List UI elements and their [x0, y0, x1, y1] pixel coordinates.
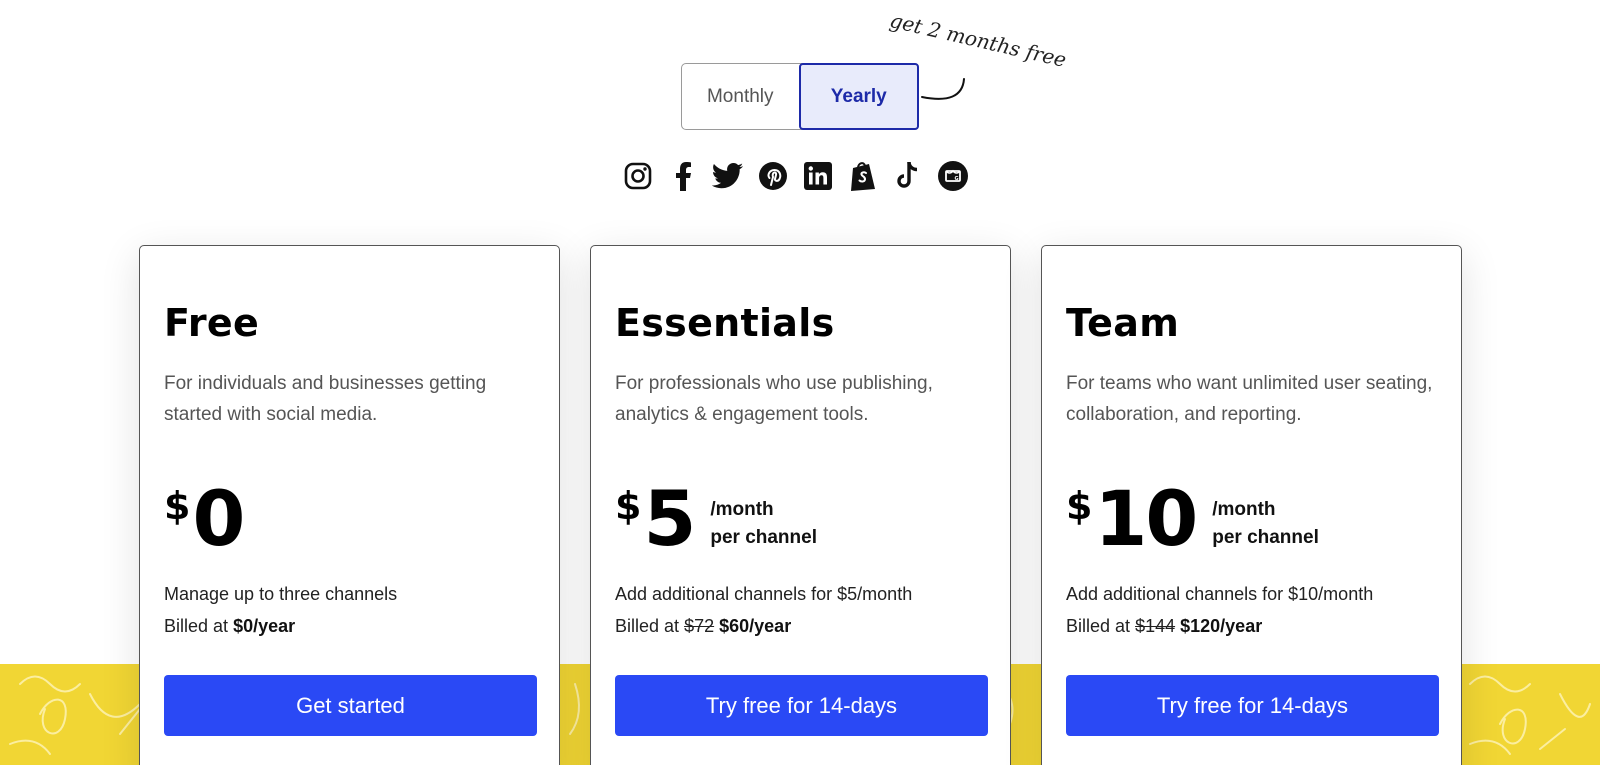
billed-old-price: $72: [684, 616, 715, 636]
billed-prefix: Billed at: [615, 616, 680, 636]
plan-name: Free: [164, 301, 260, 345]
price-unit-period: /month: [710, 499, 774, 520]
plan-price: $ 0: [164, 474, 245, 563]
try-free-button-essentials[interactable]: Try free for 14-days: [615, 675, 988, 736]
google-business-icon: G: [937, 160, 969, 192]
plan-feature: Manage up to three channels: [164, 584, 398, 604]
plan-feature: Add additional channels for $10/month: [1066, 584, 1374, 604]
curved-arrow-icon: [921, 78, 965, 100]
price-unit-per: per channel: [710, 527, 817, 548]
price-amount: 0: [192, 474, 245, 563]
plan-name: Essentials: [615, 301, 835, 345]
billed-new-price: $0/year: [233, 616, 296, 636]
tiktok-icon: [892, 160, 924, 192]
facebook-icon: [667, 160, 699, 192]
plan-card-essentials: Essentials For professionals who use pub…: [590, 245, 1011, 765]
instagram-icon: [622, 160, 654, 192]
try-free-button-team[interactable]: Try free for 14-days: [1066, 675, 1439, 736]
price-currency: $: [164, 484, 191, 528]
price-unit-period: /month: [1212, 499, 1276, 520]
plan-price: $ 5 /month per channel: [615, 478, 817, 560]
billed-info: Billed at $72 $60/year: [615, 616, 791, 637]
billed-info: Billed at $0/year: [164, 616, 295, 637]
plan-description: For professionals who use publishing, an…: [615, 373, 933, 425]
plan-card-team: Team For teams who want unlimited user s…: [1041, 245, 1462, 765]
billed-old-price: $144: [1135, 616, 1176, 636]
twitter-icon: [712, 160, 744, 192]
price-currency: $: [1066, 484, 1093, 528]
plan-price: $ 10 /month per channel: [1066, 478, 1319, 560]
linkedin-icon: [802, 160, 834, 192]
price-unit: /month per channel: [1212, 496, 1319, 552]
price-currency: $: [615, 484, 642, 528]
billed-prefix: Billed at: [164, 616, 229, 636]
price-unit: /month per channel: [710, 496, 817, 552]
social-network-icons: G: [622, 158, 969, 194]
billing-toggle: Monthly Yearly: [681, 63, 919, 130]
plan-description: For teams who want unlimited user seatin…: [1066, 373, 1433, 425]
promo-annotation: get 2 months free: [888, 8, 1078, 110]
pinterest-icon: [757, 160, 789, 192]
price-amount: 5: [643, 474, 696, 563]
price-amount: 10: [1094, 474, 1198, 563]
svg-text:G: G: [955, 176, 959, 182]
shopify-icon: [847, 160, 879, 192]
plan-card-free: Free For individuals and businesses gett…: [139, 245, 560, 765]
billed-prefix: Billed at: [1066, 616, 1131, 636]
billed-new-price: $60/year: [719, 616, 792, 636]
plan-feature: Add additional channels for $5/month: [615, 584, 913, 604]
billed-info: Billed at $144 $120/year: [1066, 616, 1262, 637]
get-started-button[interactable]: Get started: [164, 675, 537, 736]
plan-description: For individuals and businesses getting s…: [164, 373, 487, 425]
plan-name: Team: [1066, 301, 1180, 345]
billed-new-price: $120/year: [1180, 616, 1263, 636]
price-unit-per: per channel: [1212, 527, 1319, 548]
monthly-toggle-button[interactable]: Monthly: [682, 64, 799, 129]
